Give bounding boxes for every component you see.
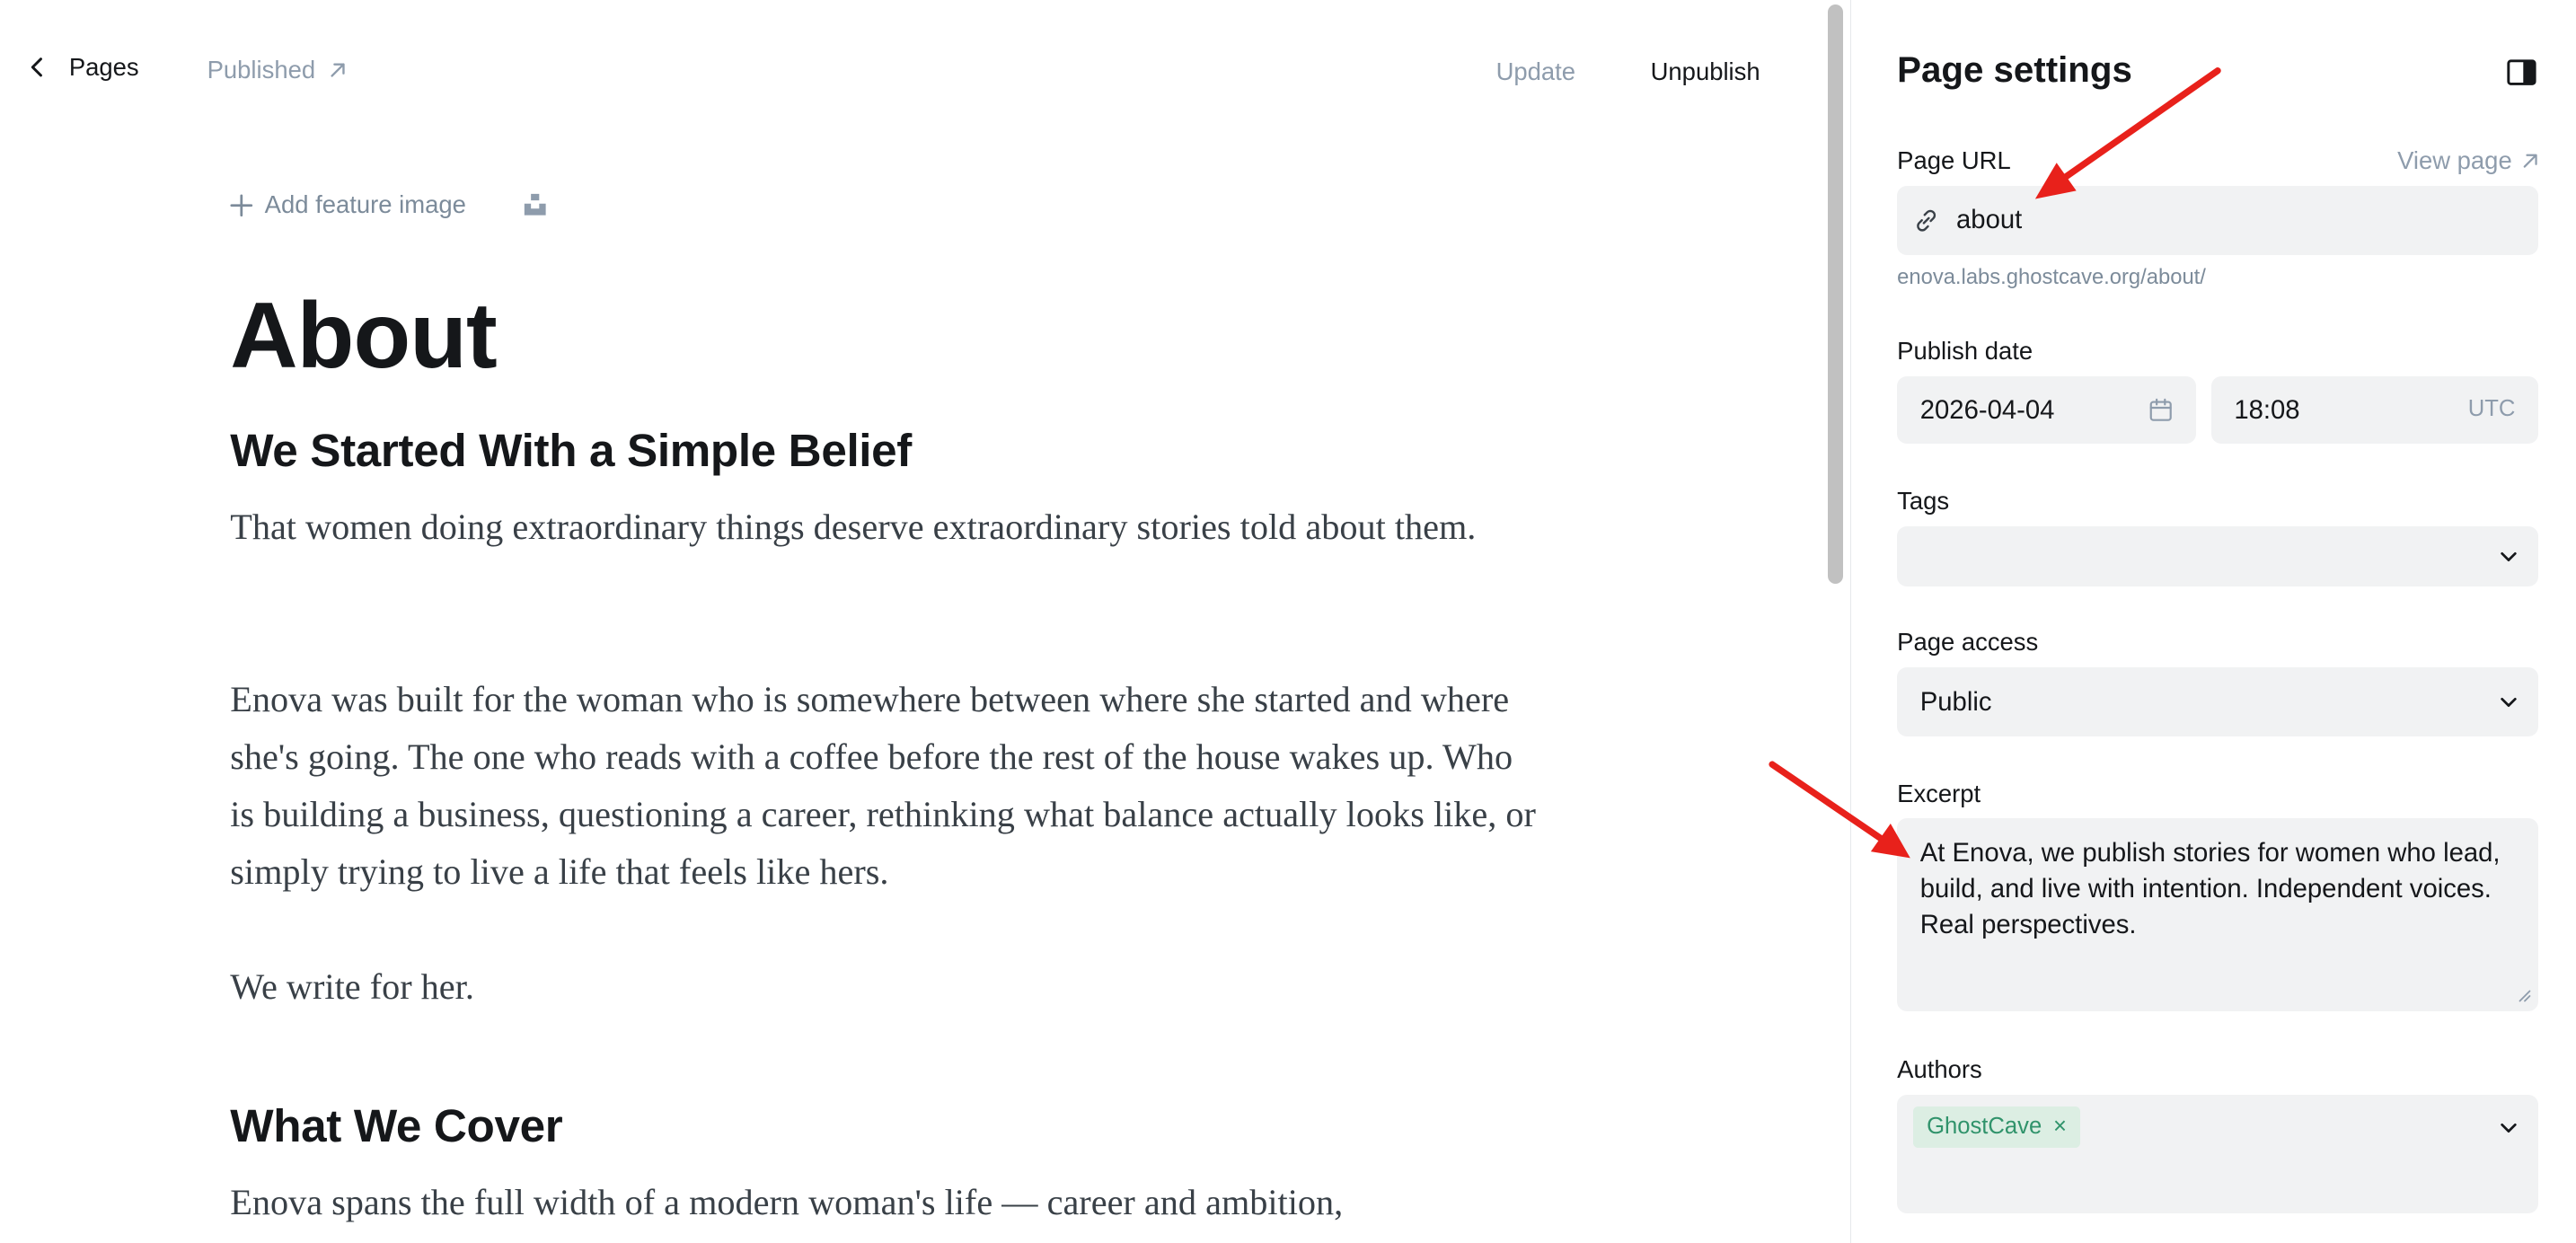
paragraph-3[interactable]: We write for her. <box>230 958 1545 1016</box>
update-button[interactable]: Update <box>1496 57 1575 86</box>
link-icon <box>1917 209 1936 232</box>
page-url-input[interactable] <box>1956 205 2499 236</box>
page-access-value: Public <box>1919 686 1992 717</box>
authors-select[interactable]: GhostCave × <box>1897 1094 2538 1213</box>
paragraph-1[interactable]: That women doing extraordinary things de… <box>230 498 1545 556</box>
view-page-label: View page <box>2397 145 2512 174</box>
authors-label: Authors <box>1897 1055 1982 1084</box>
back-to-pages-link[interactable]: Pages <box>26 52 139 82</box>
panel-title: Page settings <box>1897 48 2132 90</box>
paragraph-4[interactable]: Enova spans the full width of a modern w… <box>230 1174 1545 1231</box>
chevron-left-icon <box>31 57 43 77</box>
arrow-up-right-icon <box>331 63 345 77</box>
publish-time-field[interactable]: UTC <box>2210 376 2538 445</box>
chevron-down-icon <box>2501 697 2517 707</box>
page-title[interactable]: About <box>230 283 498 390</box>
tags-label: Tags <box>1897 486 1950 515</box>
arrow-up-right-icon <box>2523 154 2537 168</box>
page-access-select[interactable]: Public <box>1897 667 2538 736</box>
tags-select[interactable] <box>1897 525 2538 587</box>
remove-author-icon[interactable]: × <box>2053 1114 2067 1140</box>
scrollbar-thumb[interactable] <box>1828 4 1843 584</box>
editor-topbar: Pages Published Update Unpublish <box>0 0 1822 145</box>
plus-icon <box>230 193 253 216</box>
publish-time-input[interactable] <box>2234 394 2431 426</box>
view-page-link[interactable]: View page <box>2397 146 2538 175</box>
unsplash-icon[interactable] <box>523 192 547 216</box>
page-url-label: Page URL <box>1897 145 2011 174</box>
page-url-field[interactable] <box>1897 185 2538 255</box>
chevron-down-icon <box>2501 551 2517 561</box>
excerpt-textarea[interactable]: At Enova, we publish stories for women w… <box>1897 818 2538 1011</box>
author-chip-label: GhostCave <box>1927 1114 2042 1140</box>
page-access-label: Page access <box>1897 628 2039 657</box>
page-settings-panel: Page settings Page URL View page enova.l… <box>1852 0 2576 1243</box>
status-label: Published <box>207 56 316 84</box>
publish-date-input[interactable] <box>1919 394 2134 426</box>
editor-area: Pages Published Update Unpublish Add fea… <box>0 0 1822 1243</box>
timezone-label: UTC <box>2467 396 2516 422</box>
author-chip[interactable]: GhostCave × <box>1913 1106 2080 1148</box>
paragraph-2[interactable]: Enova was built for the woman who is som… <box>230 671 1545 901</box>
publish-date-label: Publish date <box>1897 337 2033 366</box>
publish-date-field[interactable] <box>1897 376 2197 445</box>
add-feature-image-button[interactable]: Add feature image <box>230 190 466 219</box>
heading-what-we-cover[interactable]: What We Cover <box>230 1099 562 1152</box>
unpublish-button[interactable]: Unpublish <box>1651 57 1760 86</box>
page-url-hint: enova.labs.ghostcave.org/about/ <box>1897 264 2206 289</box>
heading-simple-belief[interactable]: We Started With a Simple Belief <box>230 424 912 477</box>
chevron-down-icon <box>2501 1123 2517 1133</box>
calendar-icon[interactable] <box>2148 398 2173 422</box>
published-status-link[interactable]: Published <box>207 56 347 84</box>
back-label: Pages <box>68 52 139 81</box>
excerpt-label: Excerpt <box>1897 779 1981 807</box>
feature-image-label: Add feature image <box>264 190 466 219</box>
resize-handle-icon[interactable] <box>2515 986 2531 1002</box>
editor-scrollbar[interactable] <box>1821 0 1851 1243</box>
sidebar-toggle-icon[interactable] <box>2507 59 2536 85</box>
